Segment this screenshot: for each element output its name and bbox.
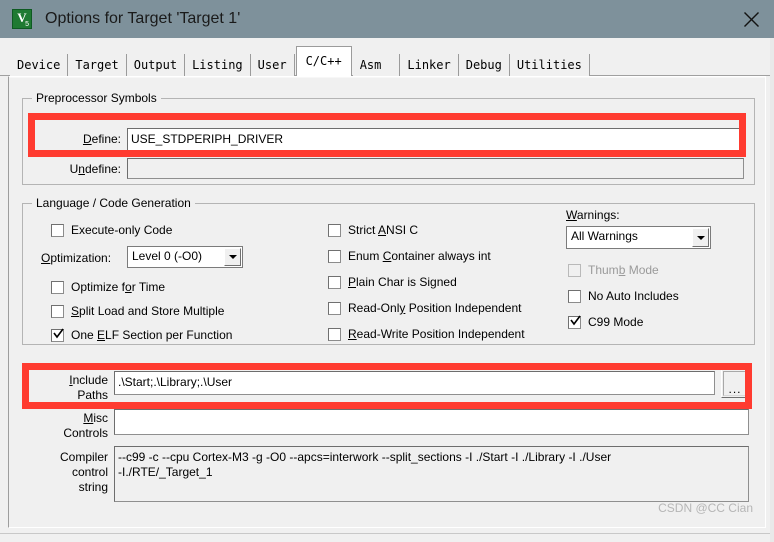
compiler-control-string-label: Compiler control string: [59, 450, 108, 494]
warnings-label: Warnings:: [566, 208, 620, 222]
tab-user[interactable]: User: [250, 54, 295, 76]
close-icon[interactable]: [728, 0, 774, 38]
checkbox-box: [51, 281, 64, 294]
tab-c-cpp[interactable]: C/C++: [295, 46, 352, 76]
language-code-generation-legend: Language / Code Generation: [32, 196, 195, 210]
checkbox-box: [328, 302, 341, 315]
window-title: Options for Target 'Target 1': [45, 10, 241, 27]
chevron-down-icon[interactable]: [692, 228, 709, 247]
tab-list: Device Target Output Listing User C/C++ …: [10, 46, 590, 76]
define-input[interactable]: USE_STDPERIPH_DRIVER: [127, 128, 744, 152]
warnings-select[interactable]: All Warnings: [566, 226, 711, 249]
optimization-value: Level 0 (-O0): [132, 249, 203, 263]
checkbox-label: Strict ANSI C: [348, 223, 419, 237]
preprocessor-symbols-group: Preprocessor Symbols Define: USE_STDPERI…: [22, 91, 755, 185]
checkbox-label: Read-Only Position Independent: [348, 301, 522, 315]
language-code-generation-group: Language / Code Generation Execute-only …: [22, 196, 755, 345]
dialog-bottom-strip: [0, 533, 774, 542]
tab-utilities[interactable]: Utilities: [509, 54, 590, 76]
checkbox-box: [51, 224, 64, 237]
tab-page-c-cpp: Preprocessor Symbols Define: USE_STDPERI…: [8, 76, 766, 528]
checkbox-label: No Auto Includes: [588, 289, 679, 303]
checkbox-label: C99 Mode: [588, 315, 644, 329]
preprocessor-symbols-legend: Preprocessor Symbols: [32, 91, 161, 105]
tab-target[interactable]: Target: [68, 54, 127, 76]
optimization-label: Optimization:: [41, 251, 112, 265]
check-icon: [570, 315, 581, 326]
watermark: CSDN @CC Cian: [658, 501, 753, 515]
tab-listing[interactable]: Listing: [185, 54, 251, 76]
checkbox-box: [328, 250, 341, 263]
undefine-input[interactable]: [127, 158, 744, 179]
checkbox-box: [328, 328, 341, 341]
tab-asm[interactable]: Asm: [352, 54, 401, 76]
checkbox-box: [328, 224, 341, 237]
options-dialog: V 5 Options for Target 'Target 1' Device…: [0, 0, 774, 542]
app-icon-version: 5: [25, 21, 29, 28]
title-bar: V 5 Options for Target 'Target 1': [0, 0, 774, 38]
checkbox-box: [568, 264, 581, 277]
tab-output[interactable]: Output: [126, 54, 186, 76]
checkbox-label: One ELF Section per Function: [71, 328, 233, 342]
optimization-select[interactable]: Level 0 (-O0): [127, 246, 243, 268]
include-paths-browse-button[interactable]: ...: [721, 369, 749, 398]
checkbox-label: Read-Write Position Independent: [348, 327, 525, 341]
checkbox-box: [328, 276, 341, 289]
chevron-down-icon[interactable]: [224, 248, 241, 266]
undefine-label: Undefine:: [69, 162, 121, 176]
tab-linker[interactable]: Linker: [400, 54, 459, 76]
include-paths-label: Include Paths: [69, 373, 108, 402]
include-paths-input[interactable]: .\Start;.\Library;.\User: [114, 371, 715, 395]
check-icon: [53, 328, 64, 339]
define-label: Define:: [82, 132, 121, 146]
checkbox-label: Split Load and Store Multiple: [71, 304, 225, 318]
checkbox-label: Plain Char is Signed: [348, 275, 457, 289]
compiler-control-string-output: --c99 -c --cpu Cortex-M3 -g -O0 --apcs=i…: [114, 446, 749, 502]
checkbox-label: Execute-only Code: [71, 223, 173, 237]
tab-debug[interactable]: Debug: [458, 54, 510, 76]
warnings-value: All Warnings: [571, 229, 638, 243]
misc-controls-label: Misc Controls: [63, 411, 108, 440]
checkbox-label: Enum Container always int: [348, 249, 491, 263]
checkbox-box: [51, 305, 64, 318]
browse-button-label: ...: [728, 382, 742, 396]
misc-controls-input[interactable]: [114, 409, 749, 435]
tab-strip: Device Target Output Listing User C/C++ …: [0, 38, 774, 76]
tab-device[interactable]: Device: [10, 54, 69, 76]
checkbox-label: Thumb Mode: [588, 263, 659, 277]
dialog-right-edge: [770, 38, 774, 542]
checkbox-label: Optimize for Time: [71, 280, 166, 294]
checkbox-box: [568, 290, 581, 303]
uvision-app-icon: V 5: [12, 9, 32, 29]
